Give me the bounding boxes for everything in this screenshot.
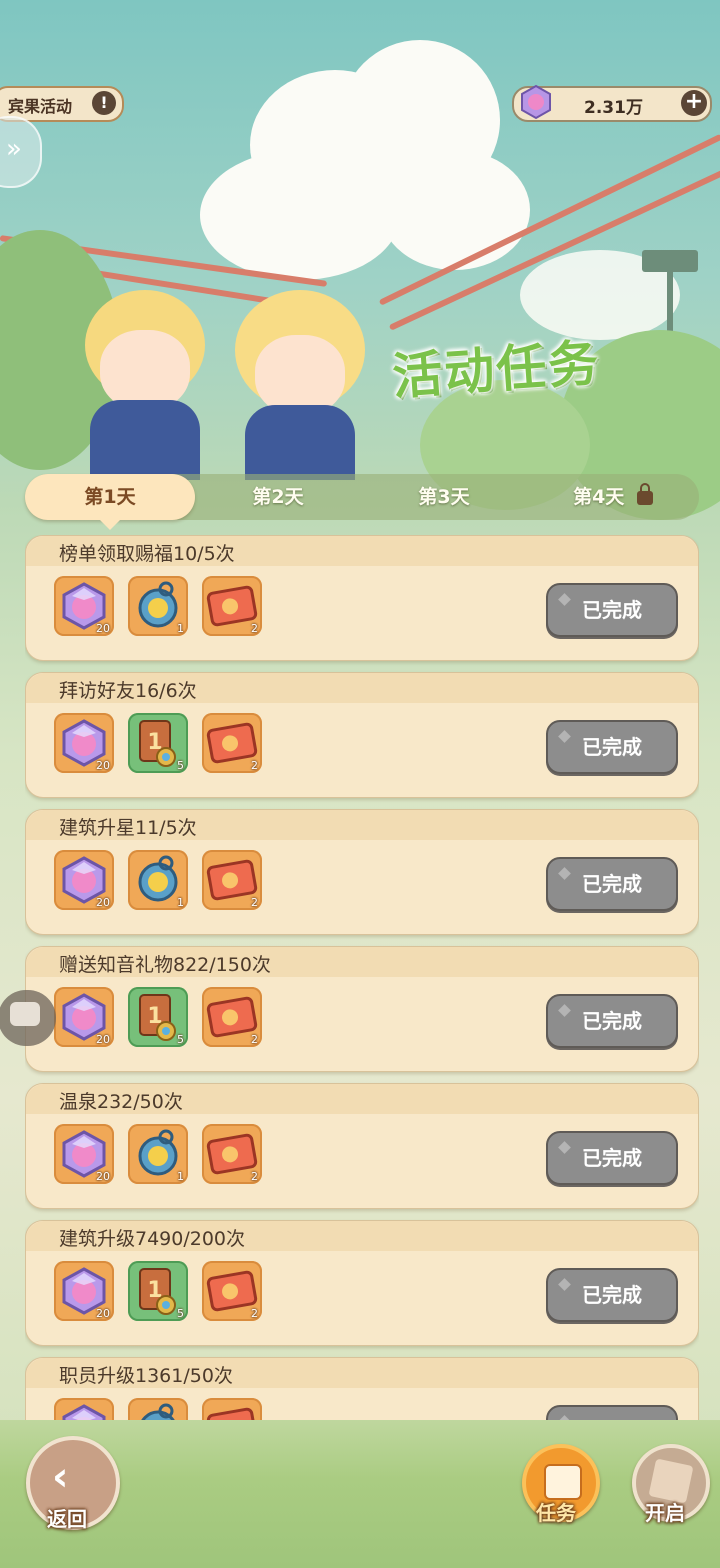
tab-day-3[interactable]: 第3天 xyxy=(361,474,527,520)
tab-label: 第4天 xyxy=(573,486,625,508)
task-title: 温泉232/50次 xyxy=(59,1091,183,1113)
task-card: 建筑升级7490/200次 20 1 5 2 已完成 xyxy=(25,1220,699,1346)
completed-button[interactable]: 已完成 xyxy=(546,583,678,637)
reward-count: 20 xyxy=(96,1033,110,1046)
open-label: 开启 xyxy=(645,1501,685,1525)
completed-button[interactable]: 已完成 xyxy=(546,1268,678,1322)
task-title: 拜访好友16/6次 xyxy=(59,680,197,702)
reward-count: 20 xyxy=(96,1307,110,1320)
completed-button[interactable]: 已完成 xyxy=(546,994,678,1048)
tab-day-1[interactable]: 第1天 xyxy=(25,474,195,530)
reward-item[interactable]: 2 xyxy=(202,987,262,1047)
reward-count: 20 xyxy=(96,759,110,772)
reward-count: 2 xyxy=(251,1307,258,1320)
reward-count: 2 xyxy=(251,622,258,635)
gem-icon xyxy=(521,84,551,120)
reward-item[interactable]: 2 xyxy=(202,1124,262,1184)
cloud xyxy=(380,150,530,270)
completed-button[interactable]: 已完成 xyxy=(546,720,678,774)
character-left xyxy=(70,290,220,480)
reward-item[interactable]: 20 xyxy=(54,1124,114,1184)
task-card: 职员升级1361/50次 20 12 已完成 xyxy=(25,1357,699,1420)
reward-item[interactable]: 20 xyxy=(54,1261,114,1321)
task-card: 拜访好友16/6次 20 1 5 2 已完成 xyxy=(25,672,699,798)
completed-button[interactable]: 已完成 xyxy=(546,1131,678,1185)
reward-item[interactable]: 1 xyxy=(128,576,188,636)
calendar-icon xyxy=(544,1464,582,1500)
reward-count: 1 xyxy=(177,1170,184,1183)
completed-button[interactable]: 已完成 xyxy=(546,1405,678,1420)
reward-item[interactable]: 20 xyxy=(54,576,114,636)
tab-day-2[interactable]: 第2天 xyxy=(195,474,361,520)
info-icon[interactable]: ! xyxy=(92,91,116,115)
reward-item[interactable]: 20 xyxy=(54,987,114,1047)
lock-icon xyxy=(636,483,653,505)
reward-item[interactable]: 20 xyxy=(54,713,114,773)
reward-count: 5 xyxy=(177,1033,184,1046)
reward-count: 1 xyxy=(177,622,184,635)
reward-count: 2 xyxy=(251,1033,258,1046)
currency-pill: 2.31万 + xyxy=(512,84,712,122)
task-card: 榜单领取赐福10/5次 20 1 2 已完成 xyxy=(25,535,699,661)
add-currency-button[interactable]: + xyxy=(681,90,707,116)
chat-button[interactable] xyxy=(0,990,56,1046)
chat-icon xyxy=(10,1002,40,1026)
tab-day-4[interactable]: 第4天 xyxy=(527,474,699,520)
reward-item[interactable]: 2 xyxy=(202,1398,262,1420)
reward-count: 2 xyxy=(251,759,258,772)
task-title: 建筑升星11/5次 xyxy=(59,817,197,839)
reward-item[interactable]: 2 xyxy=(202,850,262,910)
task-title: 赠送知音礼物822/150次 xyxy=(59,954,271,976)
double-chevron-icon: » xyxy=(6,134,22,164)
cloud xyxy=(200,150,400,280)
tab-label: 第3天 xyxy=(418,486,470,508)
reward-count: 5 xyxy=(177,1307,184,1320)
reward-count: 20 xyxy=(96,896,110,909)
reward-item[interactable]: 20 xyxy=(54,1398,114,1420)
task-list[interactable]: 榜单领取赐福10/5次 20 1 2 已完成 拜访好友16/6次 20 1 5 2 已完成 建筑升星1… xyxy=(25,535,699,1420)
reward-count: 5 xyxy=(177,759,184,772)
task-title: 职员升级1361/50次 xyxy=(59,1365,233,1387)
task-card: 赠送知音礼物822/150次 20 1 5 2 已完成 xyxy=(25,946,699,1072)
reward-count: 20 xyxy=(96,622,110,635)
reward-item[interactable]: 2 xyxy=(202,576,262,636)
reward-item[interactable]: 20 xyxy=(54,850,114,910)
character-right xyxy=(220,290,380,480)
task-card: 建筑升星11/5次 20 1 2 已完成 xyxy=(25,809,699,935)
tab-label: 第1天 xyxy=(84,486,136,508)
back-arrow-icon: ‹ xyxy=(52,1454,69,1500)
tab-label: 第2天 xyxy=(252,486,304,508)
task-card: 温泉232/50次 20 1 2 已完成 xyxy=(25,1083,699,1209)
reward-count: 2 xyxy=(251,896,258,909)
reward-item[interactable]: 15 xyxy=(128,713,188,773)
reward-item[interactable]: 2 xyxy=(202,713,262,773)
reward-item[interactable]: 15 xyxy=(128,987,188,1047)
tasks-label: 任务 xyxy=(536,1501,576,1525)
reward-item[interactable]: 1 xyxy=(128,1124,188,1184)
currency-amount: 2.31万 xyxy=(584,98,643,118)
reward-item[interactable]: 1 xyxy=(128,850,188,910)
light-tower xyxy=(642,250,698,272)
reward-count: 20 xyxy=(96,1170,110,1183)
completed-button[interactable]: 已完成 xyxy=(546,857,678,911)
reward-item[interactable]: 15 xyxy=(128,1261,188,1321)
reward-item[interactable]: 2 xyxy=(202,1261,262,1321)
reward-count: 1 xyxy=(177,896,184,909)
reward-count: 2 xyxy=(251,1170,258,1183)
event-name: 宾果活动 xyxy=(8,97,73,116)
banner-title: 活动任务 xyxy=(390,333,603,407)
task-title: 榜单领取赐福10/5次 xyxy=(59,543,235,565)
reward-item[interactable]: 1 xyxy=(128,1398,188,1420)
task-title: 建筑升级7490/200次 xyxy=(59,1228,246,1250)
back-label: 返回 xyxy=(47,1507,87,1531)
